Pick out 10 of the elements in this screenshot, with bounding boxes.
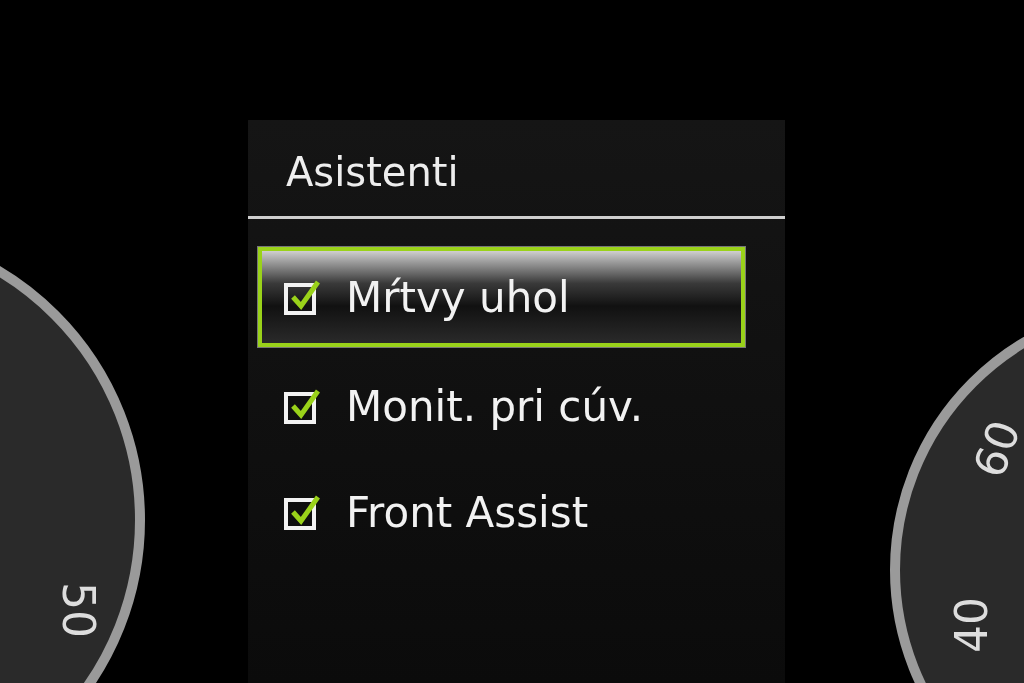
gauge-number: 40 (946, 597, 997, 653)
menu-item[interactable]: Mŕtvy uhol (258, 247, 745, 347)
menu-item[interactable]: Monit. pri cúv. (258, 353, 745, 459)
gauge-number: 50 (53, 582, 104, 638)
menu-title: Asistenti (285, 148, 460, 197)
checkbox[interactable] (284, 388, 320, 424)
checkbox[interactable] (284, 279, 320, 315)
checkbox[interactable] (284, 494, 320, 530)
menu-item[interactable]: Front Assist (258, 459, 745, 565)
gauge-number: 60 (963, 413, 1024, 484)
